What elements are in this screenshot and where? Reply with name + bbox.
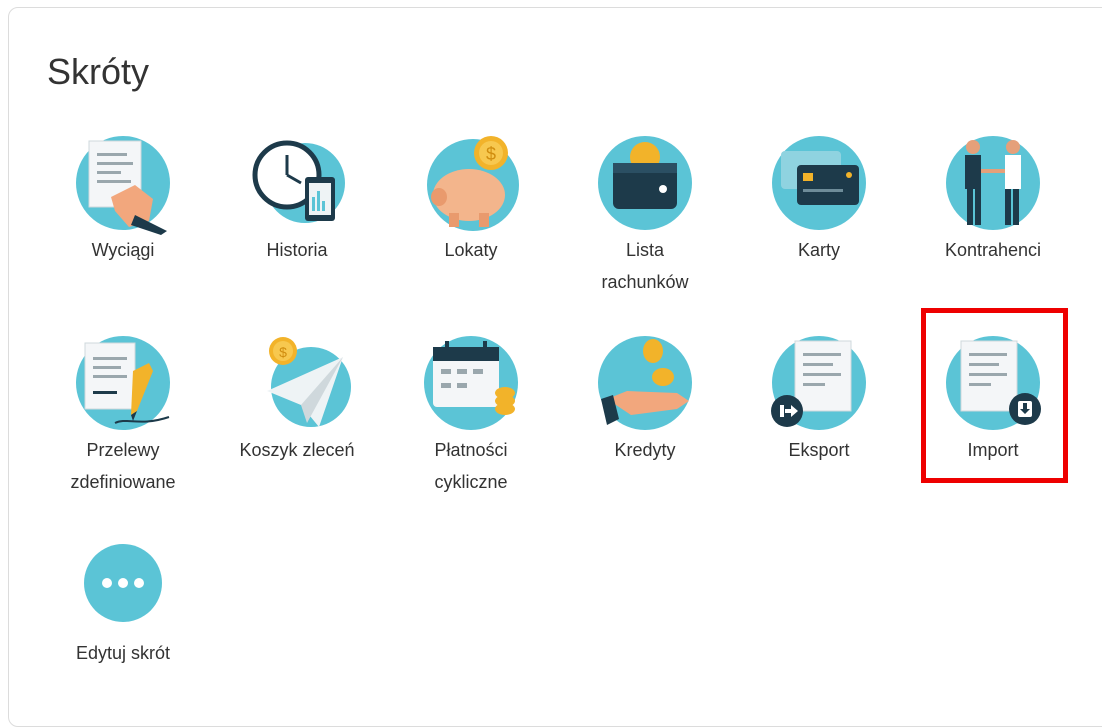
shortcut-label: Koszyk zleceń	[239, 440, 355, 460]
shortcut-eksport[interactable]: Eksport	[744, 335, 894, 475]
handshake-icon	[945, 135, 1041, 231]
shortcut-lista-rachunkow[interactable]: Lista rachunków	[570, 135, 720, 295]
shortcut-wyciagi[interactable]: Wyciągi	[48, 135, 198, 275]
export-document-icon	[771, 335, 867, 431]
cards-icon	[771, 135, 867, 231]
more-dots-icon	[83, 543, 163, 623]
shortcut-lokaty[interactable]: $ Lokaty	[396, 135, 546, 275]
svg-text:$: $	[279, 344, 287, 360]
clock-history-icon	[249, 135, 345, 231]
shortcut-label: Kredyty	[614, 440, 676, 460]
shortcut-label: Kontrahenci	[944, 240, 1042, 260]
shortcut-koszyk-zlecen[interactable]: $ Koszyk zleceń	[222, 335, 372, 475]
hand-coins-icon	[597, 335, 693, 431]
statement-icon	[75, 135, 171, 235]
shortcut-label: Eksport	[788, 440, 850, 460]
shortcut-label: Karty	[797, 240, 840, 260]
shortcut-platnosci-cykliczne[interactable]: Płatności cykliczne	[396, 335, 546, 500]
shortcut-label: Edytuj skrót	[75, 643, 171, 663]
shortcut-kredyty[interactable]: Kredyty	[570, 335, 720, 475]
calendar-coins-icon	[423, 335, 519, 431]
wallet-icon	[597, 135, 693, 231]
shortcut-kontrahenci[interactable]: Kontrahenci	[918, 135, 1068, 275]
shortcut-przelewy-zdefiniowane[interactable]: Przelewy zdefiniowane	[48, 335, 198, 500]
shortcut-label: Płatności cykliczne	[434, 440, 508, 492]
shortcut-label: Lista rachunków	[601, 240, 689, 292]
panel-title: Skróty	[47, 51, 150, 92]
shortcut-label: Historia	[266, 240, 328, 260]
shortcut-historia[interactable]: Historia	[222, 135, 372, 275]
shortcut-label: Lokaty	[444, 240, 498, 260]
shortcut-label: Wyciągi	[91, 240, 155, 260]
piggy-bank-icon: $	[423, 135, 519, 231]
import-highlight-box	[921, 308, 1068, 483]
svg-text:$: $	[486, 144, 496, 164]
paper-plane-icon: $	[249, 335, 351, 431]
shortcut-label: Przelewy zdefiniowane	[70, 440, 176, 492]
signed-document-icon	[75, 335, 171, 431]
shortcut-karty[interactable]: Karty	[744, 135, 894, 275]
shortcut-edytuj-skrot[interactable]: Edytuj skrót	[48, 543, 198, 675]
